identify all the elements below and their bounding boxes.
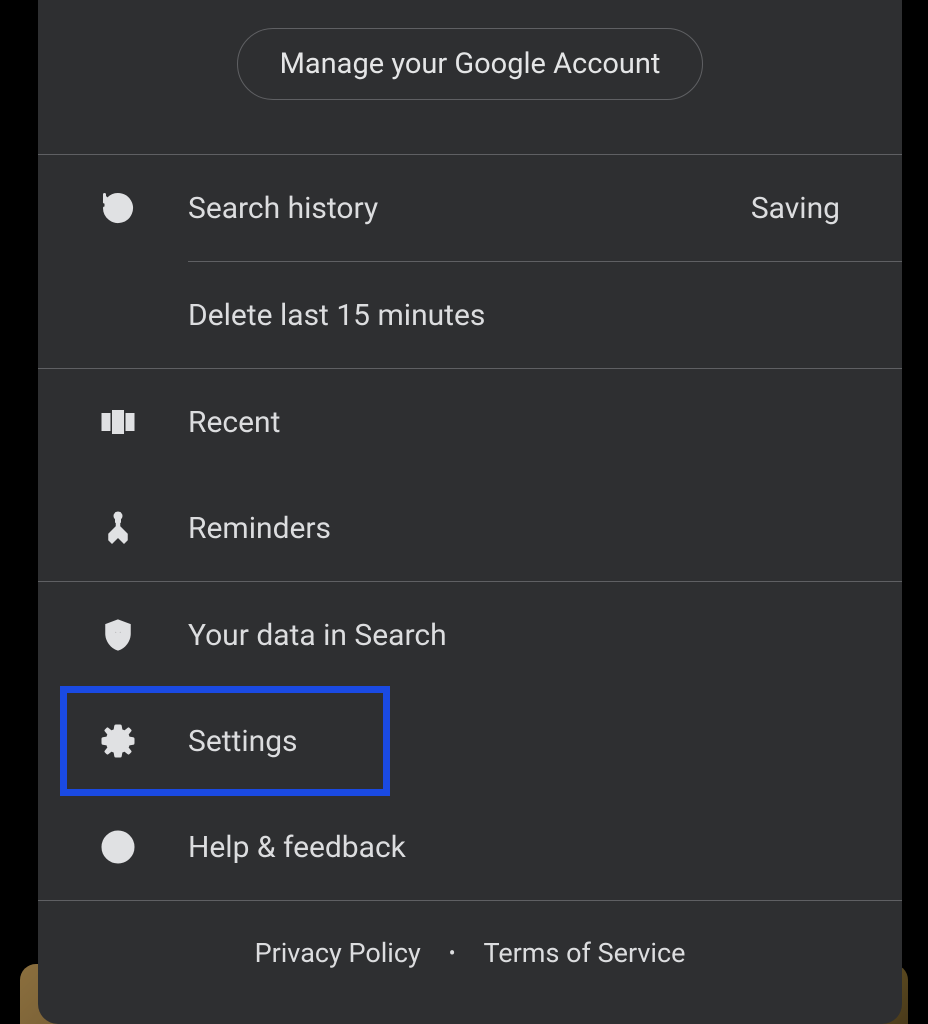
footer-links: Privacy Policy • Terms of Service bbox=[38, 901, 902, 989]
menu-item-delete-15-minutes[interactable]: Delete last 15 minutes bbox=[38, 262, 902, 368]
privacy-policy-link[interactable]: Privacy Policy bbox=[255, 937, 421, 969]
menu-item-reminders[interactable]: Reminders bbox=[38, 475, 902, 581]
history-icon bbox=[100, 190, 136, 226]
menu-label: Search history bbox=[188, 191, 751, 226]
account-menu-panel: Manage your Google Account Search histor… bbox=[38, 0, 902, 1024]
separator-dot: • bbox=[449, 941, 456, 965]
reminders-icon bbox=[100, 510, 136, 546]
recent-icon bbox=[100, 404, 136, 440]
menu-item-search-history[interactable]: Search history Saving bbox=[38, 155, 902, 261]
menu-item-your-data-in-search[interactable]: Your data in Search bbox=[38, 582, 902, 688]
manage-account-button[interactable]: Manage your Google Account bbox=[237, 28, 704, 100]
shield-icon bbox=[100, 617, 136, 653]
menu-label: Reminders bbox=[188, 511, 840, 546]
menu-label: Help & feedback bbox=[188, 830, 840, 865]
gear-icon bbox=[100, 723, 136, 759]
menu-item-help-feedback[interactable]: Help & feedback bbox=[38, 794, 902, 900]
menu-label: Your data in Search bbox=[188, 618, 840, 653]
search-history-status: Saving bbox=[751, 191, 840, 226]
terms-of-service-link[interactable]: Terms of Service bbox=[484, 937, 686, 969]
menu-item-recent[interactable]: Recent bbox=[38, 369, 902, 475]
menu-item-settings[interactable]: Settings bbox=[38, 688, 902, 794]
help-icon bbox=[100, 829, 136, 865]
menu-label: Delete last 15 minutes bbox=[188, 298, 840, 333]
menu-label: Settings bbox=[188, 724, 840, 759]
menu-label: Recent bbox=[188, 405, 840, 440]
